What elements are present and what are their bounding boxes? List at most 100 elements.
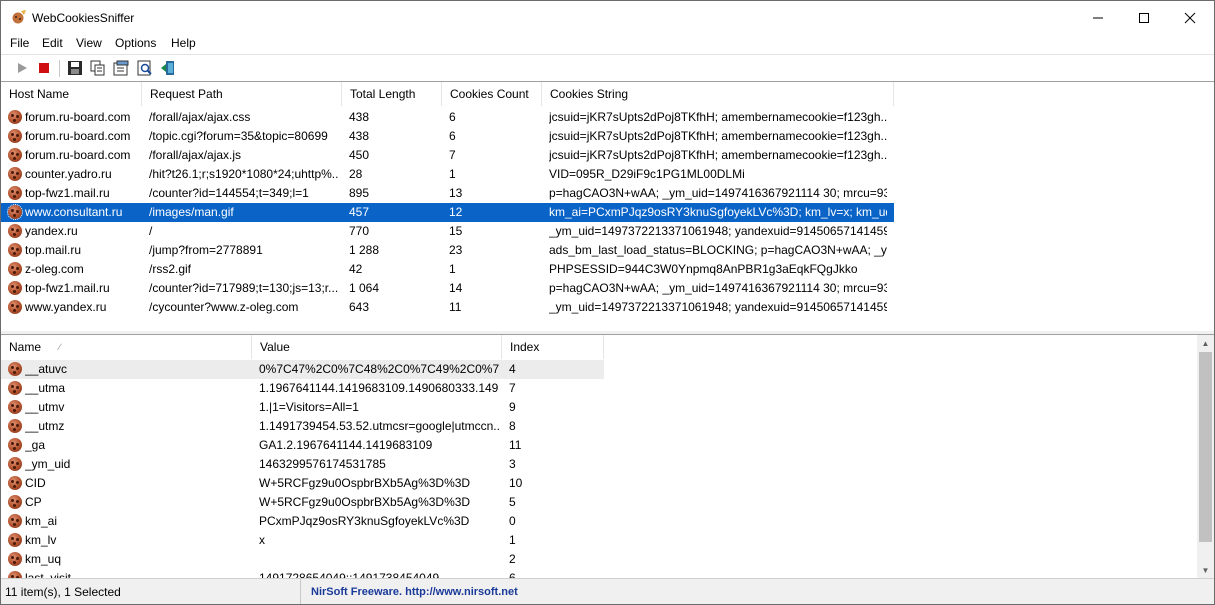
menu-edit[interactable]: Edit	[40, 36, 65, 50]
cell-cookies-string: jcsuid=jKR7sUpts2dPoj8TKfhH; amembername…	[549, 110, 887, 124]
column-request-path[interactable]: Request Path	[142, 82, 342, 106]
maximize-button[interactable]	[1121, 1, 1167, 34]
cookie-row[interactable]: CID W+5RCFgz9u0OspbrBXb5Ag%3D%3D 10	[1, 474, 604, 493]
request-row[interactable]: www.yandex.ru/cycounter?www.z-oleg.com 64…	[1, 298, 894, 317]
column-host-name[interactable]: Host Name	[1, 82, 142, 106]
request-row[interactable]: top-fwz1.mail.ru/counter?id=144554;t=349…	[1, 184, 894, 203]
cookie-icon	[8, 186, 22, 200]
request-row[interactable]: counter.yadro.ru/hit?t26.1;r;s1920*1080*…	[1, 165, 894, 184]
cell-cookie-value: GA1.2.1967641144.1419683109	[259, 438, 433, 452]
cookie-row[interactable]: __utma 1.1967641144.1419683109.1490680333…	[1, 379, 604, 398]
menu-help[interactable]: Help	[169, 36, 198, 50]
cookie-row[interactable]: _ga GA1.2.1967641144.1419683109 11	[1, 436, 604, 455]
cell-host-name: top.mail.ru	[25, 243, 82, 257]
minimize-button[interactable]	[1075, 1, 1121, 34]
exit-button[interactable]	[159, 59, 177, 77]
cell-total-length: 438	[349, 129, 370, 143]
request-row[interactable]: www.consultant.ru/images/man.gif 457 12 km_…	[1, 203, 894, 222]
column-index[interactable]: Index	[502, 335, 604, 359]
cookie-icon	[8, 514, 22, 528]
cell-cookies-count: 1	[449, 167, 456, 181]
cell-cookies-count: 11	[449, 300, 462, 314]
cookie-row[interactable]: km_ai PCxmPJqz9osRY3knuSgfoyekLVc%3D 0	[1, 512, 604, 531]
cell-host-name: www.yandex.ru	[25, 300, 107, 314]
cell-cookie-name: last_visit	[25, 571, 72, 578]
cookie-row[interactable]: last_visit 1491728654049::1491738454049 6	[1, 569, 604, 578]
cookie-row[interactable]: CP W+5RCFgz9u0OspbrBXb5Ag%3D%3D 5	[1, 493, 604, 512]
toolbar-separator	[59, 60, 60, 77]
cell-cookies-count: 15	[449, 224, 463, 238]
cell-cookie-name: __utmz	[25, 419, 65, 433]
column-value[interactable]: Value	[252, 335, 502, 359]
cell-request-path: /jump?from=2778891	[149, 243, 263, 257]
cell-cookies-count: 14	[449, 281, 463, 295]
status-item-count: 11 item(s), 1 Selected	[1, 579, 301, 604]
app-cookie-icon	[12, 10, 26, 24]
request-row[interactable]: z-oleg.com/rss2.gif 42 1 PHPSESSID=944C3W0Y…	[1, 260, 894, 279]
cell-cookie-value: x	[259, 533, 265, 547]
sort-arrow-icon: ∕	[59, 342, 61, 352]
column-total-length[interactable]: Total Length	[342, 82, 442, 106]
cell-request-path: /counter?id=144554;t=349;l=1	[149, 186, 309, 200]
cookies-list[interactable]: Name ∕ Value Index __atuvc 0%7C47%2C0%7C48…	[1, 334, 1214, 578]
cookie-row[interactable]: _ym_uid 1463299576174531785 3	[1, 455, 604, 474]
cookie-row[interactable]: km_uq 2	[1, 550, 604, 569]
stop-icon	[39, 63, 49, 73]
cell-total-length: 895	[349, 186, 370, 200]
start-capture-button[interactable]	[13, 59, 31, 77]
cell-cookies-count: 1	[449, 262, 456, 276]
vertical-scrollbar[interactable]: ▲ ▼	[1197, 335, 1214, 578]
cell-cookie-value: 1.|1=Visitors=All=1	[259, 400, 359, 414]
request-row[interactable]: forum.ru-board.com/forall/ajax/ajax.js 45…	[1, 146, 894, 165]
column-name[interactable]: Name ∕	[1, 335, 252, 359]
cell-cookie-name: CID	[25, 476, 46, 490]
cell-total-length: 42	[349, 262, 363, 276]
cell-cookies-count: 6	[449, 110, 456, 124]
cell-host-name: www.consultant.ru	[25, 205, 123, 219]
request-row[interactable]: yandex.ru / 770 15 _ym_uid=14973722133710619…	[1, 222, 894, 241]
cell-total-length: 457	[349, 205, 370, 219]
status-bar: 11 item(s), 1 Selected NirSoft Freeware.…	[1, 578, 1214, 604]
column-cookies-count[interactable]: Cookies Count	[442, 82, 542, 106]
cell-cookies-count: 6	[449, 129, 456, 143]
menu-file[interactable]: File	[8, 36, 31, 50]
scroll-down-icon[interactable]: ▼	[1197, 562, 1214, 578]
cell-total-length: 450	[349, 148, 370, 162]
cell-cookies-string: _ym_uid=1497372213371061948; yandexuid=9…	[549, 300, 887, 314]
cookie-row[interactable]: __utmz 1.1491739454.53.52.utmcsr=google|u…	[1, 417, 604, 436]
properties-button[interactable]	[112, 59, 130, 77]
close-icon	[1184, 12, 1196, 23]
menu-view[interactable]: View	[74, 36, 104, 50]
cell-host-name: top-fwz1.mail.ru	[25, 281, 110, 295]
cell-cookie-name: km_lv	[25, 533, 57, 547]
cookie-icon	[8, 495, 22, 509]
scrollbar-thumb[interactable]	[1199, 352, 1212, 542]
find-button[interactable]	[136, 59, 154, 77]
request-row[interactable]: forum.ru-board.com/topic.cgi?forum=35&to…	[1, 127, 894, 146]
scroll-up-icon[interactable]: ▲	[1197, 335, 1214, 352]
nirsoft-link[interactable]: NirSoft Freeware. http://www.nirsoft.net	[311, 579, 518, 604]
stop-capture-button[interactable]	[35, 59, 53, 77]
cell-cookies-string: km_ai=PCxmPJqz9osRY3knuSgfoyekLVc%3D; km…	[549, 205, 887, 219]
cell-request-path: /cycounter?www.z-oleg.com	[149, 300, 299, 314]
menu-options[interactable]: Options	[113, 36, 158, 50]
save-button[interactable]	[66, 59, 84, 77]
cookie-icon	[8, 381, 22, 395]
cookie-row[interactable]: km_lv x 1	[1, 531, 604, 550]
column-cookies-string[interactable]: Cookies String	[542, 82, 894, 106]
close-button[interactable]	[1167, 1, 1213, 34]
cell-cookie-name: CP	[25, 495, 42, 509]
request-row[interactable]: forum.ru-board.com/forall/ajax/ajax.css 4…	[1, 108, 894, 127]
cell-total-length: 1 288	[349, 243, 380, 257]
cookie-row[interactable]: __atuvc 0%7C47%2C0%7C48%2C0%7C49%2C0%7C..…	[1, 360, 604, 379]
request-row[interactable]: top-fwz1.mail.ru/counter?id=717989;t=130…	[1, 279, 894, 298]
cell-cookies-string: jcsuid=jKR7sUpts2dPoj8TKfhH; amembername…	[549, 129, 887, 143]
requests-list[interactable]: Host Name Request Path Total Length Cook…	[1, 81, 1214, 331]
request-row[interactable]: top.mail.ru/jump?from=2778891 1 288 23 ads_…	[1, 241, 894, 260]
cell-cookies-string: ads_bm_last_load_status=BLOCKING; p=hagC…	[549, 243, 887, 257]
cookie-icon	[8, 571, 22, 578]
copy-button[interactable]	[89, 59, 107, 77]
cookie-row[interactable]: __utmv 1.|1=Visitors=All=1 9	[1, 398, 604, 417]
cell-request-path: /hit?t26.1;r;s1920*1080*24;uhttp%...	[149, 167, 339, 181]
cell-cookie-name: _ga	[25, 438, 46, 452]
